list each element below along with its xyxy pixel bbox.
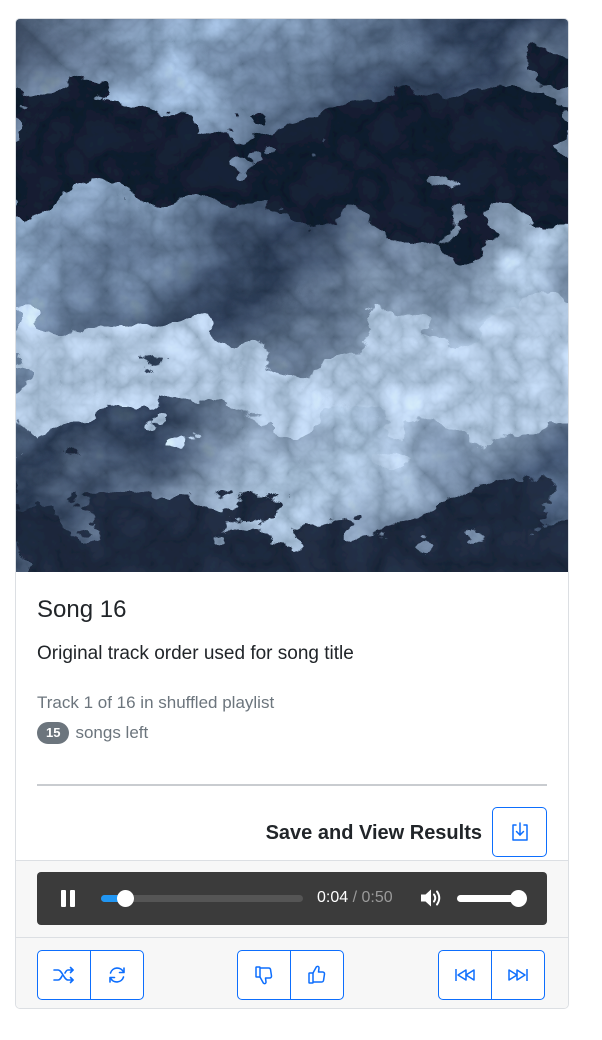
repeat-icon xyxy=(109,967,125,983)
songs-left-badge: 15 xyxy=(37,722,70,744)
audio-player: 0:04 / 0:50 xyxy=(37,872,547,925)
skip-forward-icon xyxy=(508,969,528,981)
album-art xyxy=(16,19,568,572)
dislike-button[interactable] xyxy=(237,950,291,1000)
player-card: Song 16 Original track order used for so… xyxy=(15,18,569,1009)
volume-handle[interactable] xyxy=(509,890,527,907)
skip-back-icon xyxy=(455,969,475,981)
shuffle-icon xyxy=(53,966,74,984)
rating-group xyxy=(237,950,344,1000)
shuffle-button[interactable] xyxy=(37,950,91,1000)
duration: 0:50 xyxy=(361,889,393,906)
playback-mode-group xyxy=(37,950,144,1000)
current-time: 0:04 xyxy=(317,889,349,906)
songs-left: 15 songs left xyxy=(37,722,148,744)
songs-left-label: songs left xyxy=(75,723,149,742)
volume-level xyxy=(457,895,518,902)
divider xyxy=(37,784,547,786)
player-strip: 0:04 / 0:50 xyxy=(16,860,568,937)
volume-button[interactable] xyxy=(418,886,444,910)
time-display: 0:04 / 0:50 xyxy=(317,889,393,907)
song-subtitle: Original track order used for song title xyxy=(37,643,354,664)
download-icon xyxy=(511,822,528,841)
navigation-group xyxy=(438,950,545,1000)
save-results-label[interactable]: Save and View Results xyxy=(266,822,482,845)
pause-button[interactable] xyxy=(57,888,79,910)
thumbs-down-icon xyxy=(255,966,273,985)
track-position: Track 1 of 16 in shuffled playlist xyxy=(37,693,275,712)
control-footer xyxy=(16,937,568,1008)
previous-button[interactable] xyxy=(438,950,492,1000)
volume-slider[interactable] xyxy=(457,890,527,907)
song-details: Song 16 Original track order used for so… xyxy=(16,572,568,860)
like-button[interactable] xyxy=(290,950,344,1000)
time-separator: / xyxy=(348,889,362,906)
thumbs-up-icon xyxy=(308,965,326,984)
seek-handle[interactable] xyxy=(117,890,135,907)
repeat-button[interactable] xyxy=(90,950,144,1000)
song-title: Song 16 xyxy=(37,596,127,623)
save-results-button[interactable] xyxy=(492,807,547,857)
volume-icon xyxy=(421,889,441,907)
next-button[interactable] xyxy=(491,950,545,1000)
seek-bar[interactable] xyxy=(101,890,303,907)
